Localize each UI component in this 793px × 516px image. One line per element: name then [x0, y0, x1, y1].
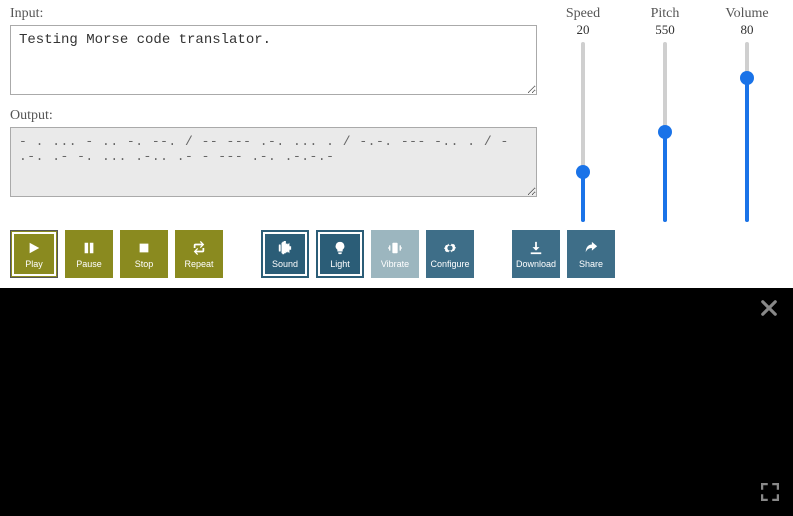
play-button[interactable]: Play: [10, 230, 58, 278]
download-icon: [528, 240, 544, 256]
gear-icon: [442, 240, 458, 256]
close-icon[interactable]: [759, 298, 779, 323]
fullscreen-icon[interactable]: [761, 483, 779, 506]
download-button[interactable]: Download: [512, 230, 560, 278]
pause-icon: [81, 240, 97, 256]
light-button[interactable]: Light: [316, 230, 364, 278]
speed-slider[interactable]: Speed 20: [557, 6, 609, 222]
speed-slider-value: 20: [577, 22, 590, 38]
volume-slider-thumb[interactable]: [740, 71, 754, 85]
pitch-slider[interactable]: Pitch 550: [639, 6, 691, 222]
stop-icon: [136, 240, 152, 256]
input-label: Input:: [10, 6, 537, 22]
output-label: Output:: [10, 108, 537, 124]
pitch-slider-value: 550: [655, 22, 675, 38]
pitch-slider-label: Pitch: [651, 6, 680, 22]
configure-button[interactable]: Configure: [426, 230, 474, 278]
share-icon: [583, 240, 599, 256]
repeat-icon: [191, 240, 207, 256]
input-textarea[interactable]: Testing Morse code translator.: [10, 25, 537, 95]
speed-slider-thumb[interactable]: [576, 165, 590, 179]
vibrate-button[interactable]: Vibrate: [371, 230, 419, 278]
volume-slider-label: Volume: [725, 6, 768, 22]
repeat-button[interactable]: Repeat: [175, 230, 223, 278]
light-icon: [332, 240, 348, 256]
output-textarea[interactable]: - . ... - .. -. --. / -- --- .-. ... . /…: [10, 127, 537, 197]
stop-button[interactable]: Stop: [120, 230, 168, 278]
pitch-slider-thumb[interactable]: [658, 125, 672, 139]
share-button[interactable]: Share: [567, 230, 615, 278]
sound-icon: [277, 240, 293, 256]
pause-button[interactable]: Pause: [65, 230, 113, 278]
sound-button[interactable]: Sound: [261, 230, 309, 278]
play-icon: [26, 240, 42, 256]
visualizer-panel: [0, 288, 793, 516]
speed-slider-label: Speed: [566, 6, 600, 22]
vibrate-icon: [387, 240, 403, 256]
volume-slider-value: 80: [741, 22, 754, 38]
volume-slider[interactable]: Volume 80: [721, 6, 773, 222]
